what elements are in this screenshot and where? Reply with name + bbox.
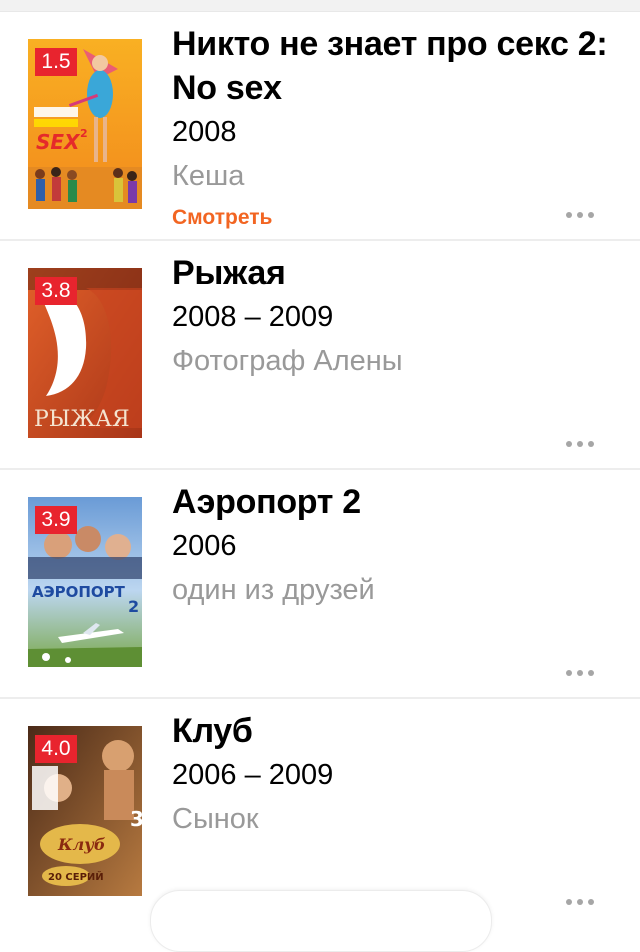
svg-text:2: 2 bbox=[128, 597, 139, 616]
film-info: Аэропорт 2 2006 один из друзей bbox=[172, 480, 612, 612]
film-role: Кеша bbox=[172, 160, 245, 192]
dot bbox=[566, 670, 572, 676]
film-year: 2008 – 2009 bbox=[172, 301, 334, 333]
film-item[interactable]: АЭРОПОРТ 2 3.9 Аэропорт 2 2006 один из д… bbox=[0, 470, 640, 699]
rating-badge: 1.5 bbox=[35, 48, 77, 76]
film-item[interactable]: РЫЖАЯ 3.8 Рыжая 2008 – 2009 Фотограф Але… bbox=[0, 241, 640, 470]
film-role: Фотограф Алены bbox=[172, 345, 403, 377]
rating-badge: 4.0 bbox=[35, 735, 77, 763]
film-poster[interactable]: Клуб 3 20 СЕРИЙ 4.0 bbox=[28, 726, 142, 896]
film-item[interactable]: SEX 2 1.5 Никто не знает про секс 2: No … bbox=[0, 12, 640, 241]
film-role: один из друзей bbox=[172, 574, 375, 606]
film-info: Клуб 2006 – 2009 Сынок bbox=[172, 709, 612, 841]
film-year: 2006 bbox=[172, 530, 237, 562]
dot bbox=[588, 441, 594, 447]
film-info: Никто не знает про секс 2: No sex 2008 К… bbox=[172, 22, 612, 238]
dot bbox=[588, 212, 594, 218]
dot bbox=[577, 899, 583, 905]
svg-text:2: 2 bbox=[80, 127, 88, 140]
rating-badge: 3.8 bbox=[35, 277, 77, 305]
filmography-list: SEX 2 1.5 Никто не знает про секс 2: No … bbox=[0, 12, 640, 926]
more-dots-icon[interactable] bbox=[566, 438, 598, 450]
watch-link[interactable]: Смотреть bbox=[172, 198, 272, 238]
film-info: Рыжая 2008 – 2009 Фотограф Алены bbox=[172, 251, 612, 383]
svg-text:Клуб: Клуб bbox=[57, 835, 106, 854]
film-year: 2006 – 2009 bbox=[172, 759, 334, 791]
dot bbox=[577, 441, 583, 447]
dot bbox=[577, 212, 583, 218]
dot bbox=[566, 212, 572, 218]
film-title[interactable]: Никто не знает про секс 2: No sex bbox=[172, 22, 612, 110]
dot bbox=[588, 670, 594, 676]
more-dots-icon[interactable] bbox=[566, 209, 598, 221]
film-year: 2008 bbox=[172, 116, 237, 148]
dot bbox=[588, 899, 594, 905]
rating-badge: 3.9 bbox=[35, 506, 77, 534]
more-dots-icon[interactable] bbox=[566, 667, 598, 679]
poster-caption: 20 СЕРИЙ bbox=[48, 870, 104, 883]
film-title[interactable]: Клуб bbox=[172, 709, 612, 753]
dot bbox=[577, 670, 583, 676]
more-dots-icon[interactable] bbox=[566, 896, 598, 908]
svg-text:SEX: SEX bbox=[36, 130, 81, 154]
dot bbox=[566, 899, 572, 905]
poster-caption: АЭРОПОРТ bbox=[32, 583, 126, 601]
svg-text:3: 3 bbox=[130, 807, 142, 831]
top-divider bbox=[0, 0, 640, 12]
film-role: Сынок bbox=[172, 803, 259, 835]
film-poster[interactable]: РЫЖАЯ 3.8 bbox=[28, 268, 142, 438]
film-title[interactable]: Рыжая bbox=[172, 251, 612, 295]
film-poster[interactable]: SEX 2 1.5 bbox=[28, 39, 142, 209]
film-title[interactable]: Аэропорт 2 bbox=[172, 480, 612, 524]
floating-bottom-bar[interactable] bbox=[150, 890, 492, 952]
poster-caption: РЫЖАЯ bbox=[34, 407, 130, 432]
dot bbox=[566, 441, 572, 447]
film-poster[interactable]: АЭРОПОРТ 2 3.9 bbox=[28, 497, 142, 667]
